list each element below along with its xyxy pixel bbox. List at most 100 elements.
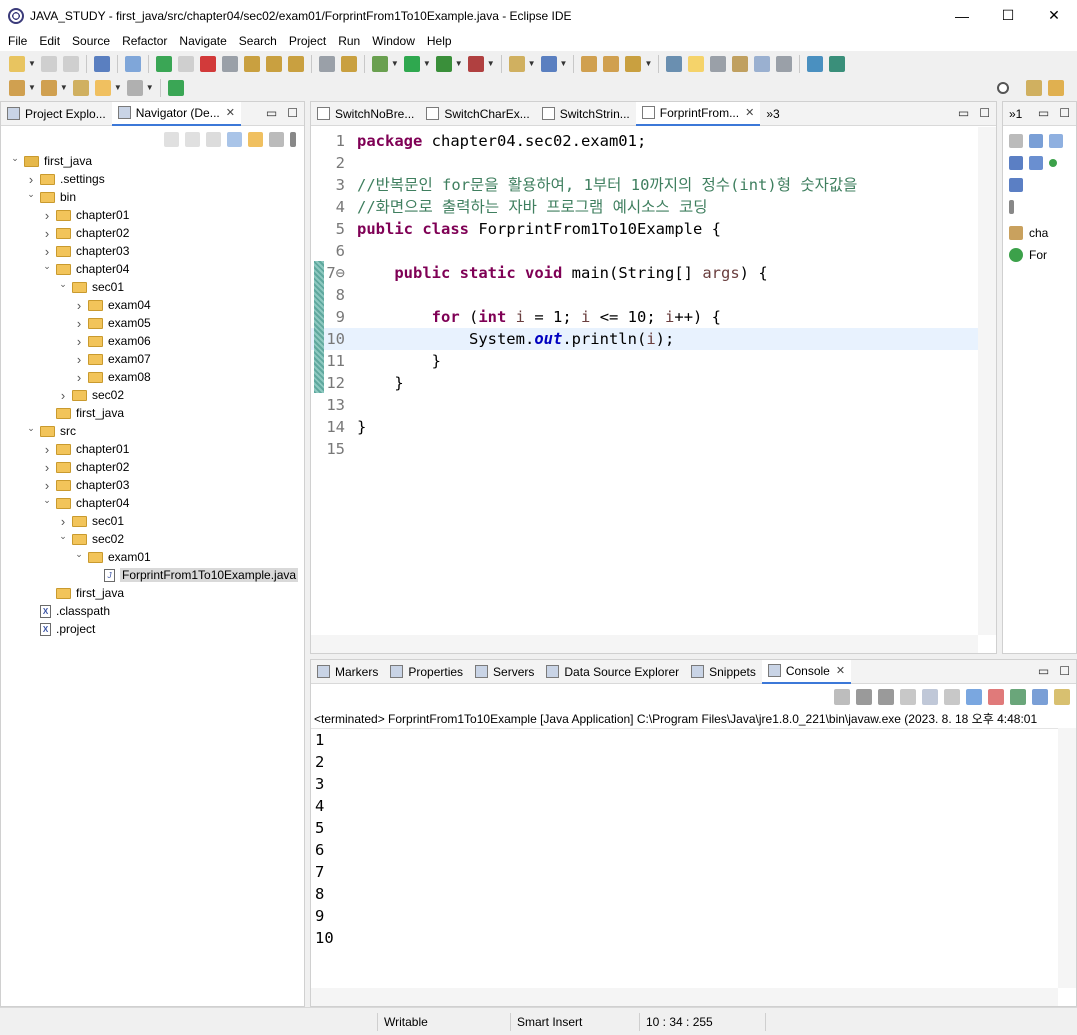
toolbar-icon[interactable] (508, 55, 525, 72)
toolbar-icon[interactable] (94, 79, 111, 96)
link-editor-icon[interactable] (248, 131, 263, 147)
tree-item[interactable]: › chapter03 (1, 476, 304, 494)
tree-item[interactable]: › exam05 (1, 314, 304, 332)
code-line[interactable]: 3 //반복문인 for문을 활용하여, 1부터 10까지의 정수(int)형 숫… (311, 174, 996, 196)
dropdown-arrow-icon[interactable]: ▼ (528, 59, 536, 68)
editor-vertical-scrollbar[interactable] (978, 127, 996, 635)
toolbar-icon[interactable] (807, 55, 824, 72)
tree-item[interactable]: › .settings (1, 170, 304, 188)
dropdown-arrow-icon[interactable]: ▼ (487, 59, 495, 68)
code-line[interactable]: 9 for (int i = 1; i <= 10; i++) { (311, 306, 996, 328)
chevron-down-icon[interactable]: ⌄ (73, 549, 85, 560)
toolbar-icon[interactable] (710, 55, 727, 72)
code-line[interactable]: 12 } (311, 372, 996, 394)
pin-console-icon[interactable] (1010, 689, 1026, 705)
menu-project[interactable]: Project (283, 34, 332, 48)
code-line[interactable]: 11 } (311, 350, 996, 372)
toolbar-icon[interactable] (540, 55, 557, 72)
tree-item[interactable]: › chapter01 (1, 440, 304, 458)
display-console-icon[interactable] (1032, 689, 1048, 705)
editor-tab-1[interactable]: SwitchCharEx... (420, 102, 535, 126)
menu-run[interactable]: Run (332, 34, 366, 48)
maximize-button[interactable]: ☐ (985, 0, 1031, 31)
open-console-icon[interactable] (1054, 689, 1070, 705)
dropdown-arrow-icon[interactable]: ▼ (560, 59, 568, 68)
word-wrap-icon[interactable] (944, 689, 960, 705)
code-line[interactable]: 13 (311, 394, 996, 416)
chevron-right-icon[interactable]: › (73, 370, 85, 385)
toolbar-icon[interactable] (732, 55, 749, 72)
chevron-down-icon[interactable]: ⌄ (57, 279, 69, 290)
chevron-right-icon[interactable]: › (41, 460, 53, 475)
tree-item[interactable]: › exam07 (1, 350, 304, 368)
close-tab-icon[interactable]: ✕ (745, 106, 754, 119)
hide-nonpublic-icon[interactable] (1049, 159, 1057, 167)
maximize-outline-icon[interactable]: ☐ (1059, 106, 1070, 120)
toolbar-icon[interactable] (9, 79, 25, 96)
chevron-down-icon[interactable]: ⌄ (9, 153, 21, 164)
remove-launch-icon[interactable] (856, 689, 872, 705)
code-line[interactable]: 5 public class ForprintFrom1To10Example { (311, 218, 996, 240)
console-tab-1[interactable]: Properties (384, 660, 469, 684)
console-tab-0[interactable]: Markers (311, 660, 384, 684)
chevron-right-icon[interactable]: › (41, 244, 53, 259)
toolbar-icon[interactable] (62, 55, 79, 72)
code-line[interactable]: 6 (311, 240, 996, 262)
tree-item[interactable]: ⌄ chapter04 (1, 260, 304, 278)
toolbar-icon[interactable] (625, 55, 642, 72)
toolbar-icon[interactable] (72, 79, 89, 96)
toolbar-icon[interactable] (688, 55, 705, 72)
tree-item[interactable]: ⌄ chapter04 (1, 494, 304, 512)
code-editor[interactable]: 1 package chapter04.sec02.exam01; 2 3 //반복문인… (311, 127, 996, 635)
code-line[interactable]: 7⊖ public static void main(String[] args… (311, 262, 996, 284)
dropdown-arrow-icon[interactable]: ▼ (28, 59, 36, 68)
chevron-down-icon[interactable]: ⌄ (57, 531, 69, 542)
toolbar-icon[interactable] (221, 55, 238, 72)
outline-package[interactable]: cha (1029, 226, 1048, 240)
console-tab-4[interactable]: Snippets (685, 660, 762, 684)
minimize-view-icon[interactable]: ▭ (266, 106, 277, 120)
close-button[interactable]: ✕ (1031, 0, 1077, 31)
tree-item[interactable]: › chapter01 (1, 206, 304, 224)
chevron-right-icon[interactable]: › (41, 478, 53, 493)
collapse-icon[interactable] (1029, 134, 1043, 148)
up-icon[interactable] (206, 131, 221, 147)
toolbar-icon[interactable] (126, 79, 143, 96)
toolbar-icon[interactable] (603, 55, 620, 72)
toolbar-icon[interactable] (177, 55, 194, 72)
terminate-icon[interactable] (834, 689, 850, 705)
toolbar-icon[interactable] (403, 55, 420, 72)
console-tab-2[interactable]: Servers (469, 660, 540, 684)
tree-item[interactable]: › exam04 (1, 296, 304, 314)
code-line[interactable]: 15 (311, 438, 996, 460)
open-perspective-icon[interactable] (1026, 79, 1042, 96)
chevron-right-icon[interactable]: › (73, 352, 85, 367)
chevron-down-icon[interactable]: ⌄ (41, 261, 53, 272)
navigator-tab-0[interactable]: Project Explo... (1, 102, 112, 126)
menu-refactor[interactable]: Refactor (116, 34, 173, 48)
toolbar-icon[interactable] (199, 55, 216, 72)
outline-class[interactable]: For (1029, 248, 1047, 262)
chevron-right-icon[interactable]: › (57, 514, 69, 529)
toolbar-icon[interactable] (155, 55, 172, 72)
chevron-down-icon[interactable]: ⌄ (41, 495, 53, 506)
console-tab-5[interactable]: Console ✕ (761, 659, 852, 684)
dropdown-arrow-icon[interactable]: ▼ (146, 83, 154, 92)
tree-item[interactable]: › chapter03 (1, 242, 304, 260)
outline-menu-icon[interactable] (1009, 200, 1014, 214)
chevron-right-icon[interactable]: › (57, 388, 69, 403)
search-icon[interactable] (997, 81, 1009, 94)
tree-item[interactable]: › exam08 (1, 368, 304, 386)
minimize-editor-icon[interactable]: ▭ (958, 106, 969, 120)
toolbar-icon[interactable] (40, 55, 57, 72)
tree-item[interactable]: ⌄ exam01 (1, 548, 304, 566)
editor-tab-3[interactable]: ForprintFrom... ✕ (635, 101, 761, 126)
tree-item[interactable]: › sec02 (1, 386, 304, 404)
tree-item[interactable]: › chapter02 (1, 458, 304, 476)
toolbar-icon[interactable] (167, 79, 184, 96)
code-line[interactable]: 1 package chapter04.sec02.exam01; (311, 130, 996, 152)
toolbar-icon[interactable] (371, 55, 388, 72)
toolbar-icon[interactable] (340, 55, 357, 72)
tree-item[interactable]: X .project (1, 620, 304, 638)
tree-item[interactable]: first_java (1, 404, 304, 422)
